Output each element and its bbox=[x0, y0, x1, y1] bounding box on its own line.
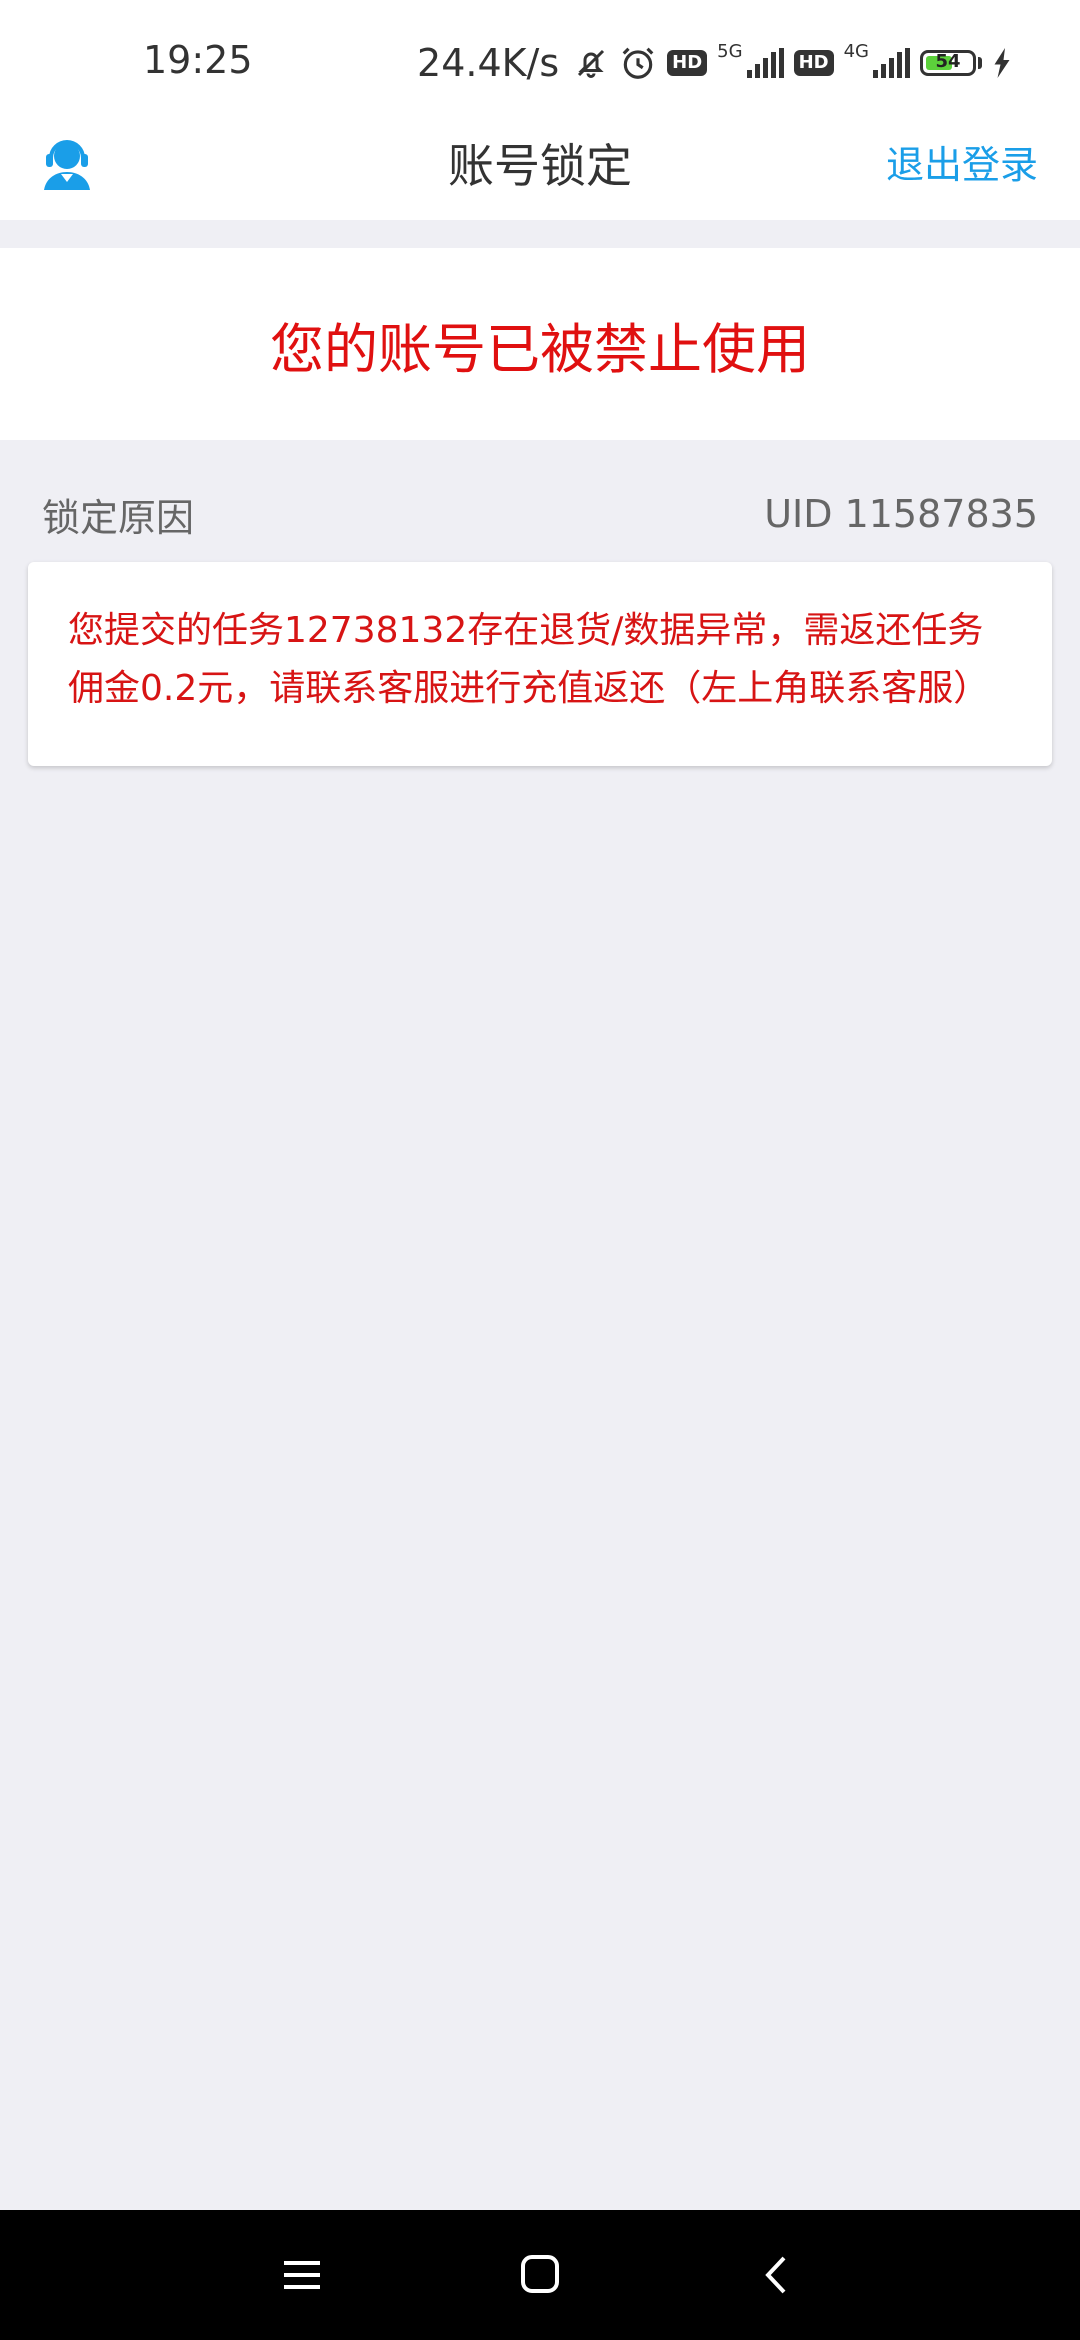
home-icon[interactable] bbox=[510, 2250, 570, 2300]
signal-icon bbox=[746, 48, 784, 78]
network-generation: 5G bbox=[717, 40, 743, 62]
hd-badge: HD bbox=[667, 50, 708, 76]
network-speed: 24.4K/s bbox=[417, 41, 560, 85]
menu-icon[interactable] bbox=[272, 2250, 332, 2300]
network-generation: 4G bbox=[843, 40, 869, 62]
account-banned-message: 您的账号已被禁止使用 bbox=[270, 317, 810, 381]
hd-badge: HD bbox=[793, 50, 834, 76]
lock-reason-header: 锁定原因 UID 11587835 bbox=[42, 484, 1038, 544]
mute-bell-icon bbox=[573, 45, 609, 81]
system-nav-bar bbox=[0, 2210, 1080, 2340]
battery-icon: 54 bbox=[920, 50, 976, 76]
battery-cap bbox=[978, 57, 982, 69]
app-header: 账号锁定 退出登录 bbox=[0, 120, 1080, 220]
alert-card: 您的账号已被禁止使用 bbox=[0, 248, 1080, 440]
signal-icon bbox=[873, 48, 910, 78]
charging-icon bbox=[992, 48, 1012, 78]
battery-level: 54 bbox=[935, 51, 961, 72]
lock-reason-label: 锁定原因 bbox=[42, 495, 195, 540]
status-icons: 24.4K/s HD 5G HD 4G 54 bbox=[417, 38, 1012, 88]
uid-label: UID 11587835 bbox=[764, 492, 1038, 536]
status-bar: 19:25 24.4K/s HD 5G HD 4G 54 bbox=[0, 0, 1080, 120]
lock-reason-card: 您提交的任务12738132存在退货/数据异常，需返还任务佣金0.2元，请联系客… bbox=[28, 562, 1052, 766]
back-icon[interactable] bbox=[748, 2250, 808, 2300]
logout-button[interactable]: 退出登录 bbox=[886, 134, 1038, 189]
status-time: 19:25 bbox=[143, 38, 253, 82]
alarm-icon bbox=[619, 44, 657, 82]
lock-reason-text: 您提交的任务12738132存在退货/数据异常，需返还任务佣金0.2元，请联系客… bbox=[68, 610, 990, 709]
